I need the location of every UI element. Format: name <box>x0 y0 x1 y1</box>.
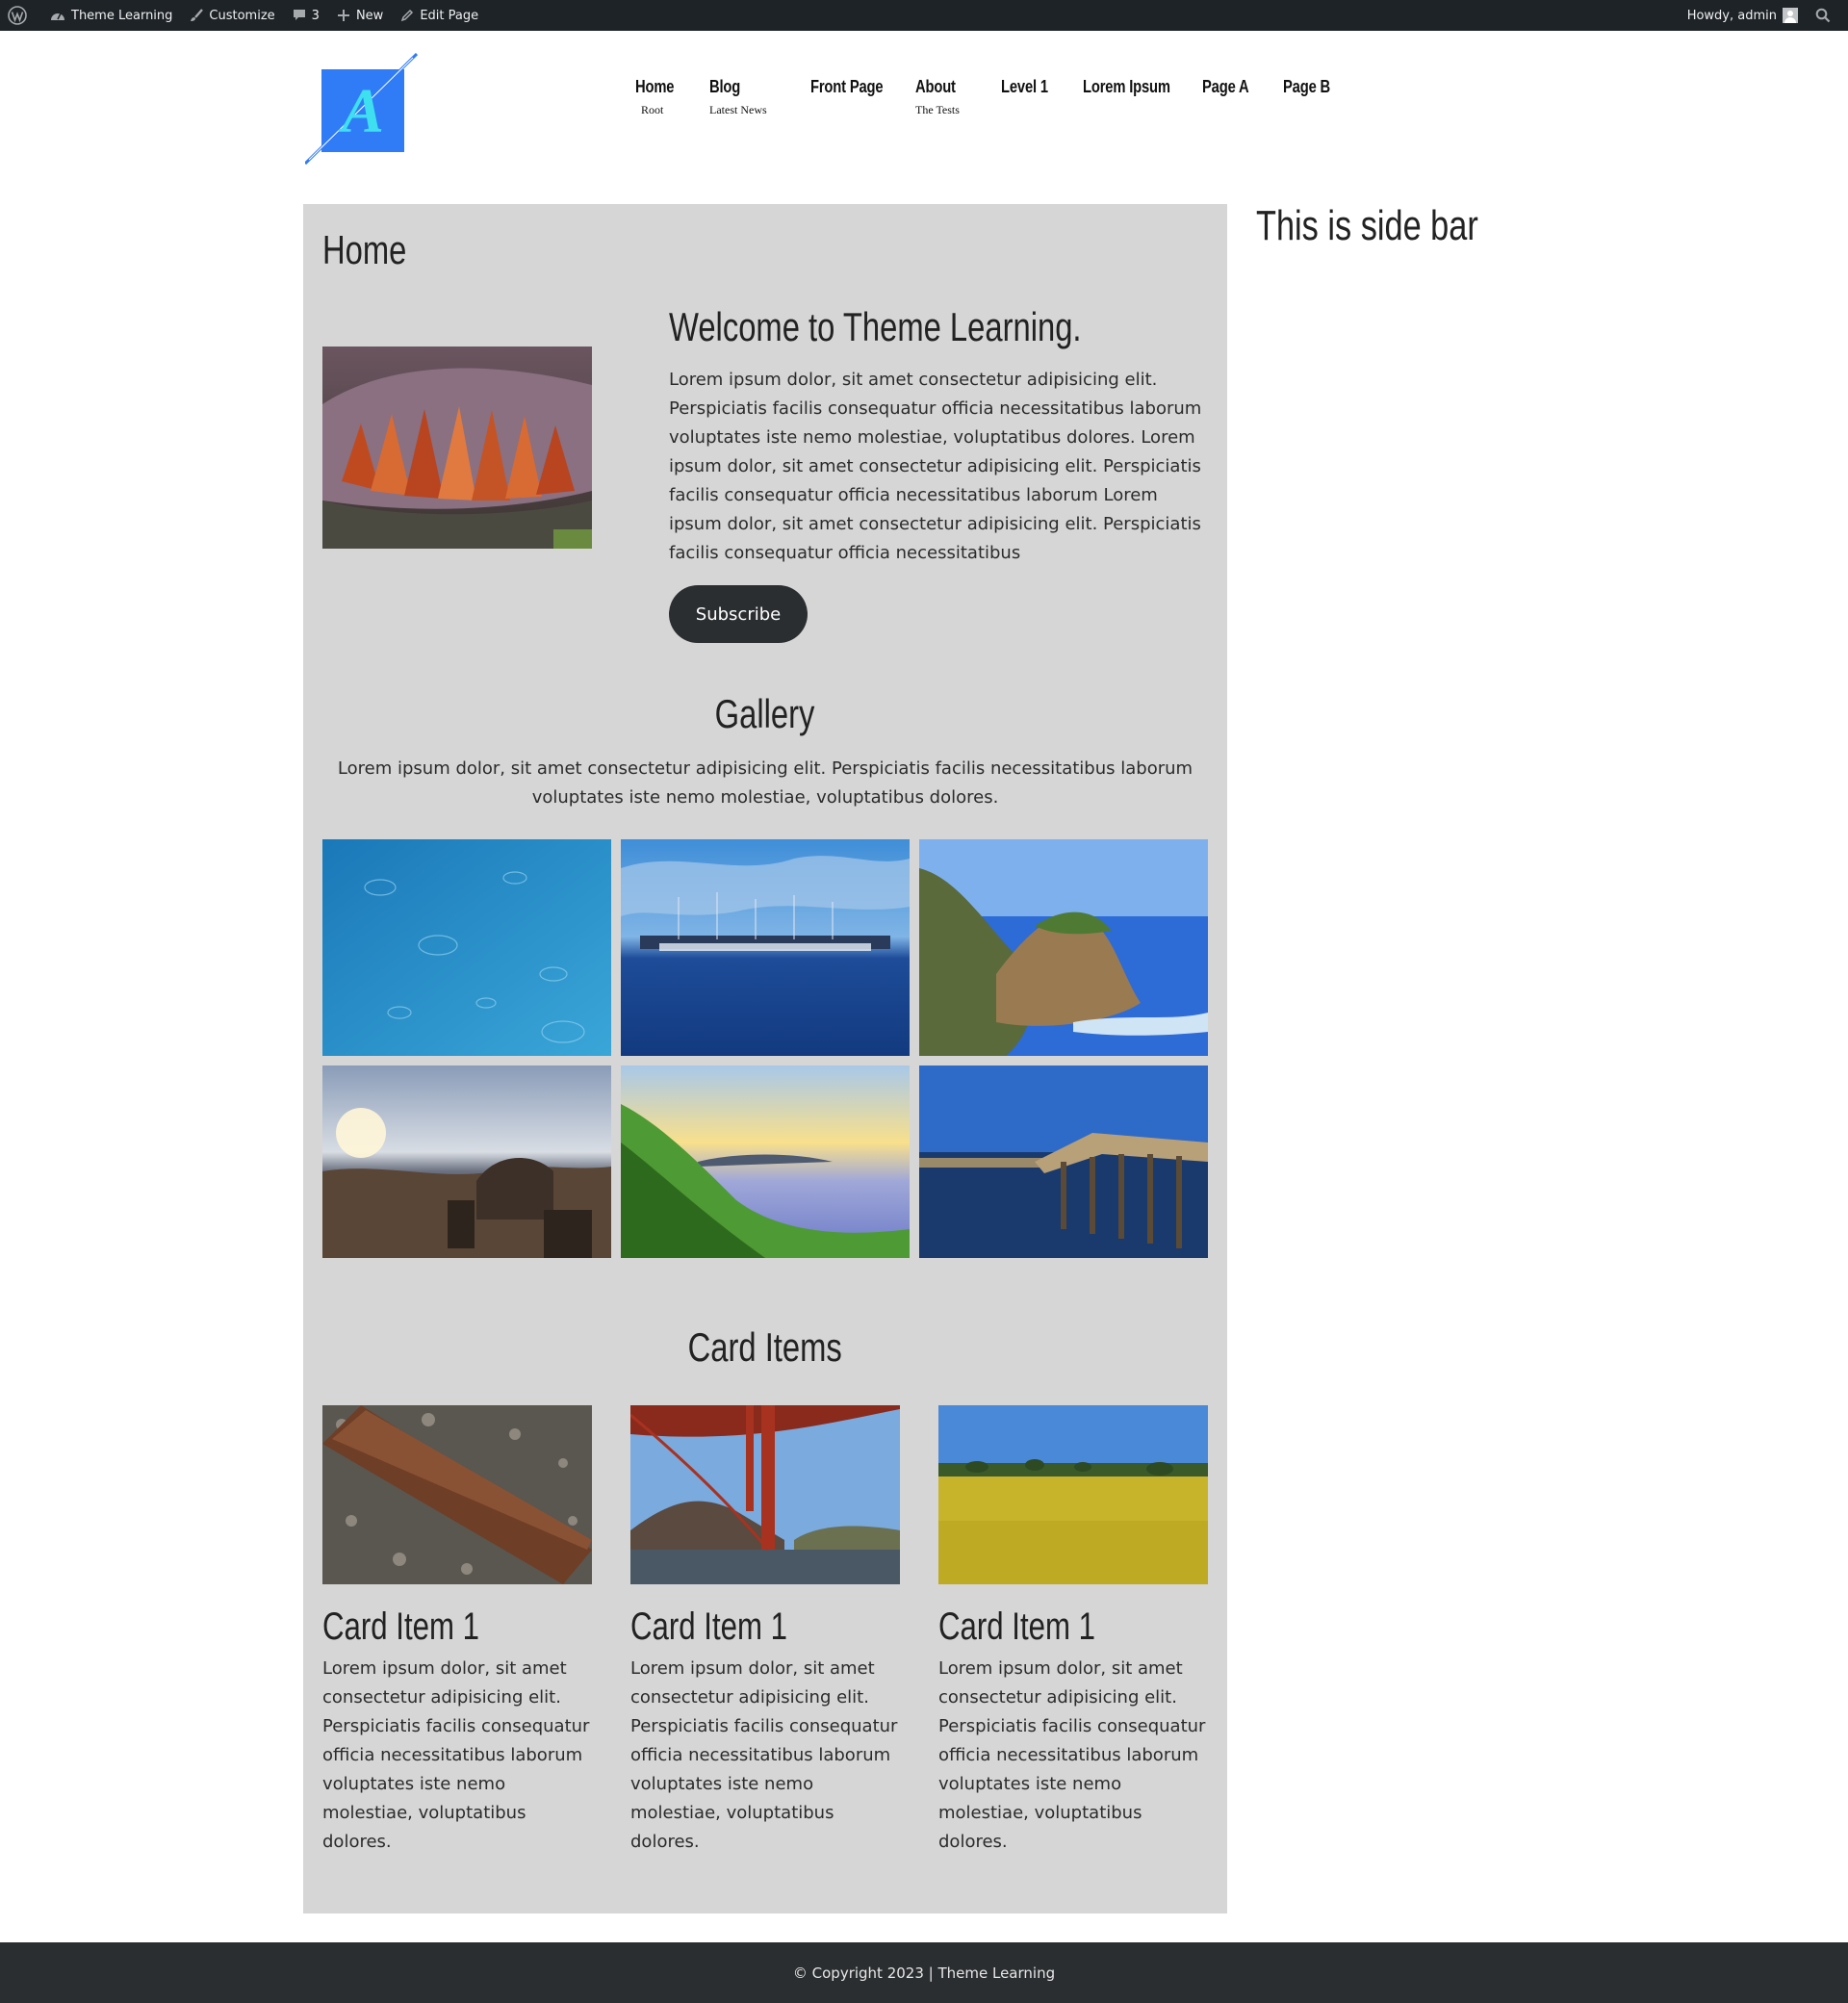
card-title: Card Item 1 <box>322 1605 479 1648</box>
howdy-label: Howdy, admin <box>1686 8 1777 23</box>
card-item: Card Item 1 Lorem ipsum dolor, sit amet … <box>938 1405 1208 1857</box>
avatar <box>1783 8 1798 23</box>
gallery-image-coast-hills[interactable] <box>621 1066 910 1282</box>
nav-item-home[interactable]: Home Root <box>635 77 682 117</box>
gallery-image-rain[interactable] <box>322 839 611 1056</box>
pencil-icon <box>401 9 414 22</box>
wordpress-logo-icon[interactable] <box>0 0 41 31</box>
card-text: Lorem ipsum dolor, sit amet consectetur … <box>938 1658 1206 1852</box>
nav-item-level-1[interactable]: Level 1 <box>1001 77 1059 97</box>
main-content: Home Welcome to Theme Learning. Lorem ip… <box>303 204 1227 1913</box>
nav-item-page-a[interactable]: Page A <box>1202 77 1259 97</box>
gallery-image-sea-rock[interactable] <box>919 839 1208 1056</box>
customize-link[interactable]: Customize <box>181 0 283 31</box>
site-name-link[interactable]: Theme Learning <box>41 0 181 31</box>
footer-copyright: © Copyright 2023 | Theme Learning <box>792 1964 1056 1982</box>
card-item: Card Item 1 Lorem ipsum dolor, sit amet … <box>630 1405 900 1857</box>
site-name-label: Theme Learning <box>71 8 173 23</box>
nav-item-label: Lorem Ipsum <box>1083 77 1170 96</box>
site-logo[interactable]: A <box>303 52 419 166</box>
search-icon <box>1815 8 1831 23</box>
nav-item-label: Page B <box>1283 77 1331 96</box>
card-image-rails[interactable] <box>322 1405 592 1584</box>
customize-label: Customize <box>209 8 275 23</box>
nav-item-page-b[interactable]: Page B <box>1283 77 1341 97</box>
gallery-heading-wrap: Gallery <box>303 691 1227 737</box>
nav-item-label: Level 1 <box>1001 77 1048 96</box>
paintbrush-icon <box>191 9 204 21</box>
adminbar-search[interactable] <box>1807 0 1848 31</box>
nav-item-label: Blog <box>709 77 741 96</box>
nav-item-label: Front Page <box>810 77 884 96</box>
footer: © Copyright 2023 | Theme Learning <box>0 1942 1848 2003</box>
card-image-bridge[interactable] <box>630 1405 900 1584</box>
my-account-link[interactable]: Howdy, admin <box>1679 0 1807 31</box>
new-content-link[interactable]: New <box>328 0 392 31</box>
nav-item-blog[interactable]: Blog Latest News <box>709 77 767 117</box>
card-item: Card Item 1 Lorem ipsum dolor, sit amet … <box>322 1405 592 1857</box>
gallery-text: Lorem ipsum dolor, sit amet consectetur … <box>337 758 1194 808</box>
card-text: Lorem ipsum dolor, sit amet consectetur … <box>322 1658 590 1852</box>
card-image-field[interactable] <box>938 1405 1208 1584</box>
cards-heading: Card Items <box>687 1324 843 1370</box>
nav-item-front-page[interactable]: Front Page <box>810 77 899 97</box>
nav-item-sub: Latest News <box>709 103 767 116</box>
gallery-heading: Gallery <box>715 691 815 736</box>
dashboard-icon <box>51 13 64 20</box>
nav-item-about[interactable]: About The Tests <box>915 77 964 117</box>
comment-icon <box>293 10 305 20</box>
welcome-heading: Welcome to Theme Learning. <box>669 304 1082 349</box>
welcome-text: Lorem ipsum dolor, sit amet consectetur … <box>669 370 1202 563</box>
nav-item-sub: The Tests <box>915 103 960 116</box>
subscribe-button[interactable]: Subscribe <box>669 585 808 643</box>
admin-bar: Theme Learning Customize 3 New Edit Page… <box>0 0 1848 31</box>
nav-item-sub: Root <box>641 103 664 116</box>
comments-link[interactable]: 3 <box>284 0 328 31</box>
sidebar-title: This is side bar <box>1256 202 1478 249</box>
nav-item-label: About <box>915 77 956 96</box>
edit-page-link[interactable]: Edit Page <box>392 0 487 31</box>
new-label: New <box>355 8 384 23</box>
nav-item-label: Page A <box>1202 77 1249 96</box>
nav-item-label: Home <box>635 77 675 96</box>
edit-page-label: Edit Page <box>420 8 479 23</box>
gallery-image-beach-sunset[interactable] <box>322 1066 611 1282</box>
hero-image <box>322 347 592 549</box>
card-title: Card Item 1 <box>630 1605 787 1648</box>
plus-icon <box>337 10 349 21</box>
cards-heading-wrap: Card Items <box>303 1324 1227 1371</box>
card-title: Card Item 1 <box>938 1605 1095 1648</box>
logo-letter: A <box>338 76 384 146</box>
comments-count: 3 <box>311 8 320 23</box>
card-text: Lorem ipsum dolor, sit amet consectetur … <box>630 1658 898 1852</box>
gallery-image-harbor[interactable] <box>621 839 910 1056</box>
page-title: Home <box>322 227 407 272</box>
gallery-image-pier[interactable] <box>919 1066 1208 1282</box>
nav-item-lorem-ipsum[interactable]: Lorem Ipsum <box>1083 77 1190 97</box>
